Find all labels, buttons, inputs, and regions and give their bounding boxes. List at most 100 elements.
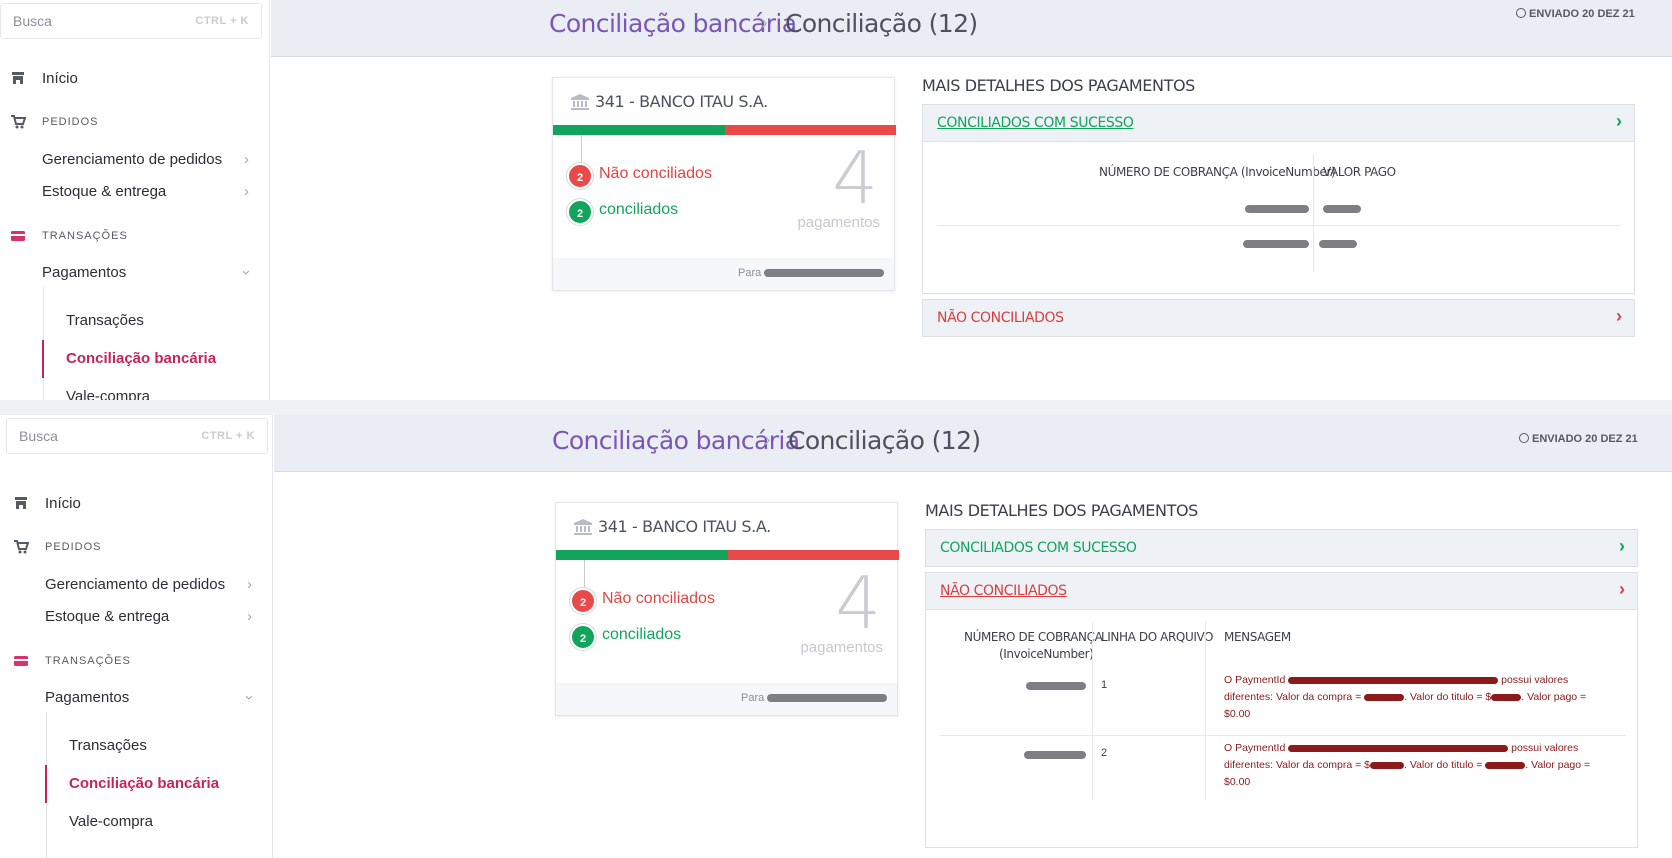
chevron-right-icon: › (247, 607, 252, 625)
nav-home-label: Início (45, 494, 81, 512)
search-placeholder: Busca (19, 428, 58, 444)
row1-file-line: 1 (1101, 679, 1108, 691)
col-file-line: LINHA DO ARQUIVO (1101, 630, 1214, 644)
redacted-scribble (1243, 240, 1309, 248)
bank-card: 341 - BANCO ITAU S.A. 2 Não conciliados … (555, 502, 899, 716)
section-orders-label: PEDIDOS (45, 541, 102, 553)
cart-icon (11, 115, 26, 129)
chevron-right-icon: › (1619, 579, 1625, 599)
accordion-failed-label: NÃO CONCILIADOS (937, 310, 1064, 326)
nav-vouchers[interactable]: Vale-compra (66, 388, 150, 400)
progress-not-reconciled (727, 550, 899, 560)
total-payments: 4 (835, 561, 881, 645)
chevron-right-icon: › (244, 150, 249, 168)
redacted-scribble (764, 269, 885, 278)
success-panel: NÚMERO DE COBRANÇA (InvoiceNumber) VALOR… (922, 142, 1635, 294)
screenshot-separator (0, 400, 1672, 415)
search-shortcut: CTRL + K (195, 15, 249, 27)
redacted-scribble (1491, 693, 1522, 701)
clock-icon (1519, 433, 1529, 443)
footer-label-text: Para (738, 267, 762, 279)
col-message: MENSAGEM (1224, 630, 1291, 644)
accordion-success[interactable]: CONCILIADOS COM SUCESSO › (922, 104, 1635, 142)
row1-msg-a: O PaymentId (1224, 674, 1286, 686)
search-input[interactable]: Busca CTRL + K (0, 3, 262, 39)
card-connector-line (581, 135, 582, 165)
page-header: Conciliação bancária › Conciliação (12) … (274, 415, 1672, 472)
chevron-right-icon: › (247, 575, 252, 593)
breadcrumb-parent[interactable]: Conciliação bancária (552, 426, 800, 455)
reconciled-count-badge: 2 (570, 624, 596, 650)
column-divider (1205, 622, 1206, 800)
breadcrumb-current: Conciliação (12) (785, 9, 978, 38)
search-placeholder: Busca (13, 13, 52, 29)
row2-msg-a: O PaymentId (1224, 742, 1286, 754)
column-divider (1313, 154, 1314, 272)
footer-label-text: Para (741, 692, 765, 704)
bank-name-text: 341 - BANCO ITAU S.A. (598, 517, 771, 536)
accordion-failed[interactable]: NÃO CONCILIADOS › (922, 299, 1635, 337)
row2-msg-c: Valor do titulo = (1409, 759, 1483, 771)
not-reconciled-count-badge: 2 (567, 163, 593, 189)
not-reconciled-label: Não conciliados (599, 165, 712, 182)
details-title: MAIS DETALHES DOS PAGAMENTOS (925, 501, 1198, 520)
row2-file-line: 2 (1101, 747, 1108, 759)
credit-card-icon (14, 656, 28, 666)
total-payments-label: pagamentos (800, 639, 883, 656)
section-transactions: TRANSAÇÕES (0, 228, 262, 244)
screenshot-success-expanded: Busca CTRL + K Início PEDIDOS Gerenciame… (0, 0, 1672, 400)
redacted-scribble (1319, 240, 1357, 248)
nav-order-management[interactable]: Gerenciamento de pedidos › (0, 149, 262, 169)
footer-label: Para (738, 267, 885, 279)
store-icon (15, 497, 27, 509)
sidebar: Busca CTRL + K Início PEDIDOS Gerenciame… (0, 0, 270, 400)
col-invoice-number-sub: (InvoiceNumber) (999, 647, 1094, 661)
bank-icon (574, 518, 592, 535)
row-divider (937, 225, 1620, 226)
bank-name: 341 - BANCO ITAU S.A. (571, 92, 768, 111)
nav-transactions[interactable]: Transações (69, 737, 147, 754)
breadcrumb-parent[interactable]: Conciliação bancária (549, 9, 797, 38)
section-transactions-label: TRANSAÇÕES (45, 655, 131, 667)
column-divider (1092, 622, 1093, 800)
nav-payments[interactable]: Pagamentos › (0, 262, 262, 282)
active-indicator (42, 340, 44, 378)
accordion-failed[interactable]: NÃO CONCILIADOS › (925, 572, 1638, 610)
sent-date-text: ENVIADO 20 DEZ 21 (1529, 8, 1635, 20)
chevron-right-icon: › (244, 182, 249, 200)
nav-order-management-label: Gerenciamento de pedidos (42, 150, 223, 168)
nav-payments[interactable]: Pagamentos › (3, 687, 265, 707)
redacted-scribble (1288, 744, 1509, 752)
nav-payments-label: Pagamentos (45, 688, 130, 706)
credit-card-icon (11, 231, 25, 241)
nav-stock-delivery[interactable]: Estoque & entrega › (0, 181, 262, 201)
store-icon (12, 72, 24, 84)
bank-icon (571, 93, 589, 110)
nav-bank-reconciliation[interactable]: Conciliação bancária (69, 775, 219, 792)
bank-card: 341 - BANCO ITAU S.A. 2 Não conciliados … (552, 77, 896, 291)
breadcrumb-separator-icon: › (761, 12, 768, 34)
section-transactions: TRANSAÇÕES (3, 653, 265, 669)
bank-name: 341 - BANCO ITAU S.A. (574, 517, 771, 536)
nav-stock-delivery[interactable]: Estoque & entrega › (3, 606, 265, 626)
nav-home[interactable]: Início (0, 68, 262, 88)
chevron-right-icon: › (1619, 536, 1625, 556)
section-orders: PEDIDOS (0, 114, 262, 130)
not-reconciled-count-badge: 2 (570, 588, 596, 614)
breadcrumb-separator-icon: › (764, 429, 771, 451)
page-header: Conciliação bancária › Conciliação (12) … (271, 0, 1672, 57)
nav-transactions[interactable]: Transações (66, 312, 144, 329)
redacted-scribble (1323, 205, 1361, 213)
nav-home[interactable]: Início (3, 493, 265, 513)
nav-vouchers[interactable]: Vale-compra (69, 813, 153, 830)
accordion-success[interactable]: CONCILIADOS COM SUCESSO › (925, 529, 1638, 567)
screenshot-failed-expanded: Busca CTRL + K Início PEDIDOS Gerenciame… (0, 415, 1672, 858)
sidebar: Busca CTRL + K Início PEDIDOS Gerenciame… (3, 415, 273, 858)
section-orders-label: PEDIDOS (42, 116, 99, 128)
search-input[interactable]: Busca CTRL + K (6, 418, 268, 454)
redacted-scribble (1026, 682, 1086, 690)
row1-msg-c: Valor do titulo = $ (1410, 691, 1492, 703)
total-payments-label: pagamentos (797, 214, 880, 231)
nav-bank-reconciliation[interactable]: Conciliação bancária (66, 350, 216, 367)
nav-order-management[interactable]: Gerenciamento de pedidos › (3, 574, 265, 594)
